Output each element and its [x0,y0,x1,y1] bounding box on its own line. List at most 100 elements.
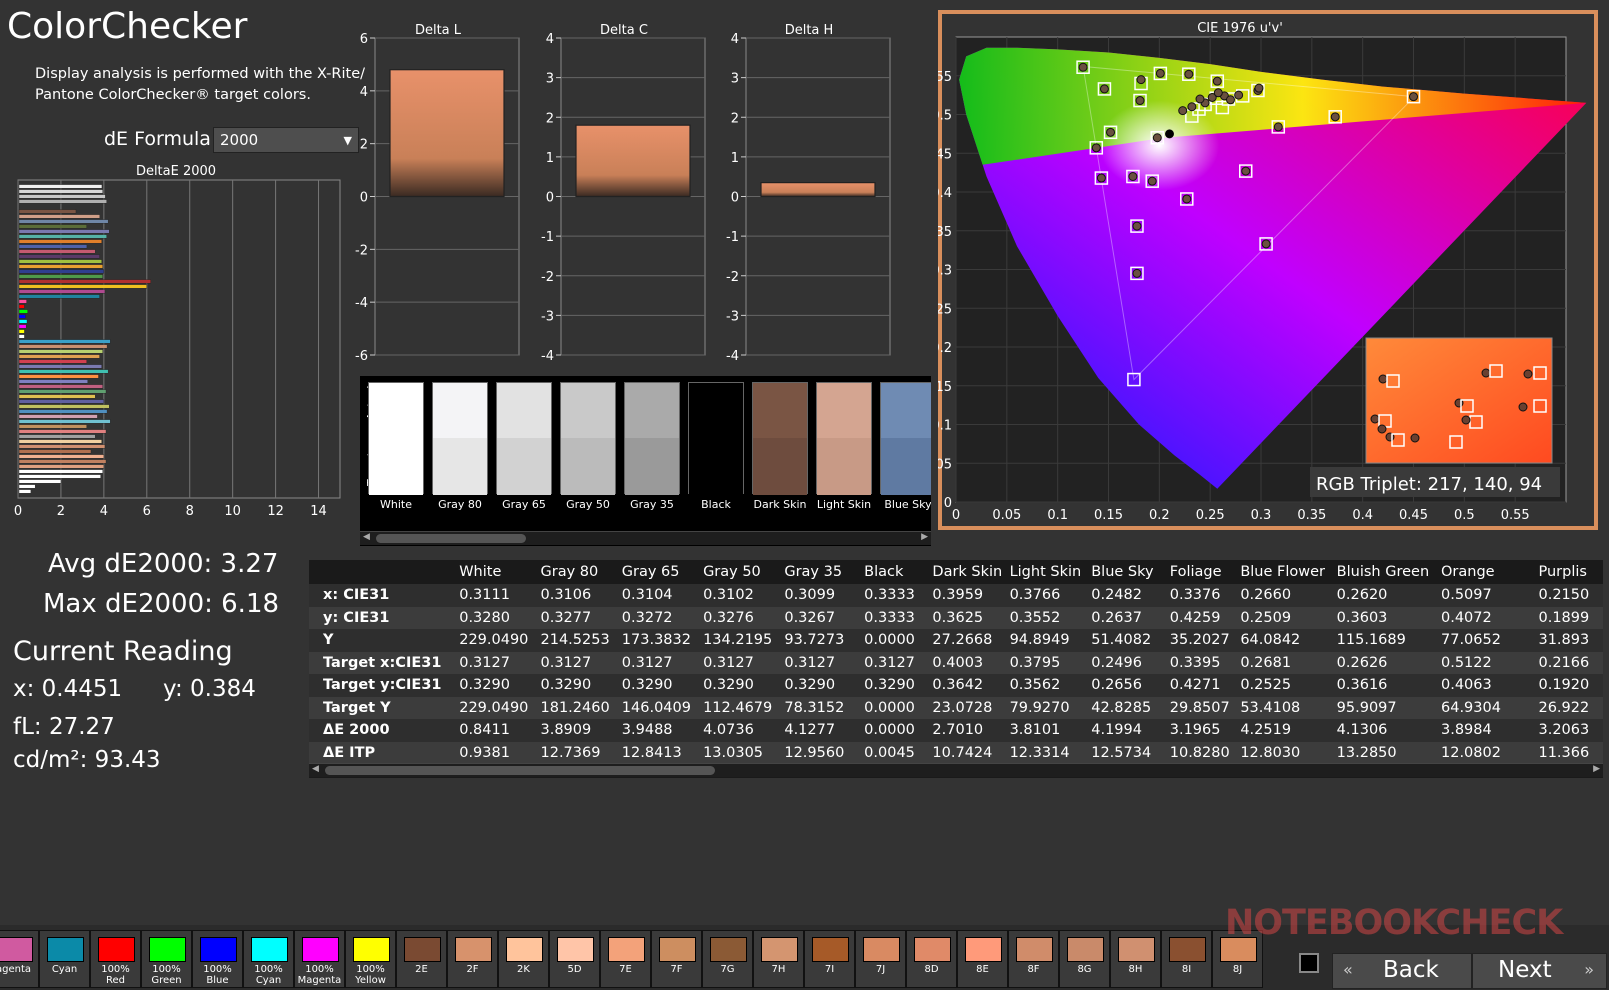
patch-button[interactable]: 8E [957,930,1008,988]
table-cell: 0.3766 [1006,584,1089,607]
back-button[interactable]: « Back [1332,953,1472,989]
swatch-label: Blue Sky [884,498,931,511]
table-cell: 112.4679 [700,696,782,719]
inset-actual-marker [1370,414,1380,424]
table-cell: 4.1277 [781,719,862,742]
table-cell: 31.893 [1535,629,1603,652]
patch-color-chip [200,937,237,962]
table-cell: 3.2063 [1535,719,1603,742]
patch-button[interactable]: 8I [1161,930,1212,988]
table-cell: 0.0000 [861,719,930,742]
table-scroll-left-icon[interactable]: ◀ [312,764,319,774]
table-row: Target x:CIE31 0.3127 0.3127 0.3127 0.3127 0.… [309,651,1603,674]
patch-button[interactable]: 7H [753,930,804,988]
table-scroll-thumb[interactable] [325,766,715,775]
deltae-bar [18,219,109,224]
stop-icon[interactable] [1299,953,1319,973]
swatch-target [433,438,487,495]
patch-button[interactable]: 8D [906,930,957,988]
deltae-bar [18,209,77,214]
patch-button[interactable]: 7E [600,930,651,988]
cie-x-tick-label: 0.25 [1196,508,1225,523]
patch-button[interactable]: 100% Green [141,930,192,988]
deltae-bar [18,474,101,479]
table-cell: 0.3127 [700,651,782,674]
swatch-scroll-thumb[interactable] [376,534,526,543]
inset-actual-marker [1410,433,1420,443]
patch-button[interactable]: agenta [0,930,39,988]
deltae-bar [18,429,107,434]
cie-actual-marker [1184,69,1194,79]
delta-tick-label: -2 [355,243,368,258]
table-cell: 0.3127 [861,651,930,674]
cie-y-tick-label: 0.5 [938,109,952,124]
patch-button[interactable]: Cyan [39,930,90,988]
patch-button[interactable]: 7I [804,930,855,988]
swatch-target [561,438,615,495]
scroll-right-icon[interactable]: ▶ [921,532,928,542]
next-button[interactable]: Next » [1472,953,1607,989]
table-column-header: Light Skin [1009,564,1082,580]
patch-button[interactable]: 100% Red [90,930,141,988]
table-cell: 0.1920 [1535,674,1603,697]
swatch-scrollbar[interactable]: ◀ ▶ [360,531,931,545]
patch-label: 2E [415,964,428,975]
patch-button[interactable]: 100% Yellow [345,930,396,988]
delta-tick-label: 6 [360,32,368,47]
patch-button[interactable]: 8G [1059,930,1110,988]
deltae-bar [18,434,96,439]
cie-x-tick-label: 0 [952,508,960,523]
swatch-target [625,438,679,495]
patch-button[interactable]: 5D [549,930,600,988]
table-scroll-right-icon[interactable]: ▶ [1593,764,1600,774]
rgb-triplet: RGB Triplet: 217, 140, 94 [1316,474,1542,495]
cie-y-tick-label: 0.05 [938,457,952,472]
table-column-header: Blue Flower [1240,564,1325,580]
cie-x-tick-label: 0.55 [1501,508,1530,523]
patch-label: 2F [466,964,479,975]
table-column-header: Gray 65 [621,564,680,580]
patch-button[interactable]: 7J [855,930,906,988]
patch-button[interactable]: 8H [1110,930,1161,988]
table-cell: 0.3127 [456,651,538,674]
deltae-bar [18,364,102,369]
delta-tick-label: 2 [546,111,554,126]
swatch-actual [497,383,551,438]
table-cell: 214.5253 [537,629,619,652]
patch-color-chip [1067,937,1104,962]
cie-white-point-glow [1099,100,1220,191]
table-column-header: Gray 80 [540,564,599,580]
patch-button[interactable]: 7G [702,930,753,988]
scroll-left-icon[interactable]: ◀ [363,532,370,542]
de-formula-select[interactable]: 2000 ▼ [213,127,359,153]
table-cell: 95.9097 [1333,696,1438,719]
patch-button[interactable]: 8F [1008,930,1059,988]
patch-color-chip [47,937,84,962]
table-cell: 78.3152 [781,696,862,719]
table-cell: 134.2195 [700,629,782,652]
cie-actual-marker [1212,76,1222,86]
patch-button[interactable]: 7F [651,930,702,988]
patch-button[interactable]: 100% Magenta [294,930,345,988]
table-cell: 3.9488 [618,719,701,742]
table-header-row: White Gray 80 Gray 65 Gray 50 Gray 35 Black Da… [309,560,1603,584]
patch-button[interactable]: 2F [447,930,498,988]
chevron-down-icon: ▼ [343,134,352,147]
table-cell: 35.2027 [1166,629,1238,652]
table-column-header: Bluish Green [1336,564,1430,580]
table-cell: 0.2166 [1535,651,1603,674]
deltae-bar [18,464,105,469]
table-cell: 12.8030 [1237,741,1334,764]
deltae-tick-label: 4 [100,504,108,519]
deltae-bar [18,344,108,349]
swatch-target [817,438,871,495]
table-scrollbar[interactable]: ◀ ▶ [309,763,1603,777]
patch-button[interactable]: 2K [498,930,549,988]
delta-tick-label: 0 [731,191,739,206]
patch-button[interactable]: 100% Cyan [243,930,294,988]
patch-button[interactable]: 2E [396,930,447,988]
cie-x-tick-label: 0.4 [1352,508,1373,523]
table-cell: 53.4108 [1237,696,1334,719]
patch-label: 8F [1027,964,1040,975]
patch-button[interactable]: 100% Blue [192,930,243,988]
